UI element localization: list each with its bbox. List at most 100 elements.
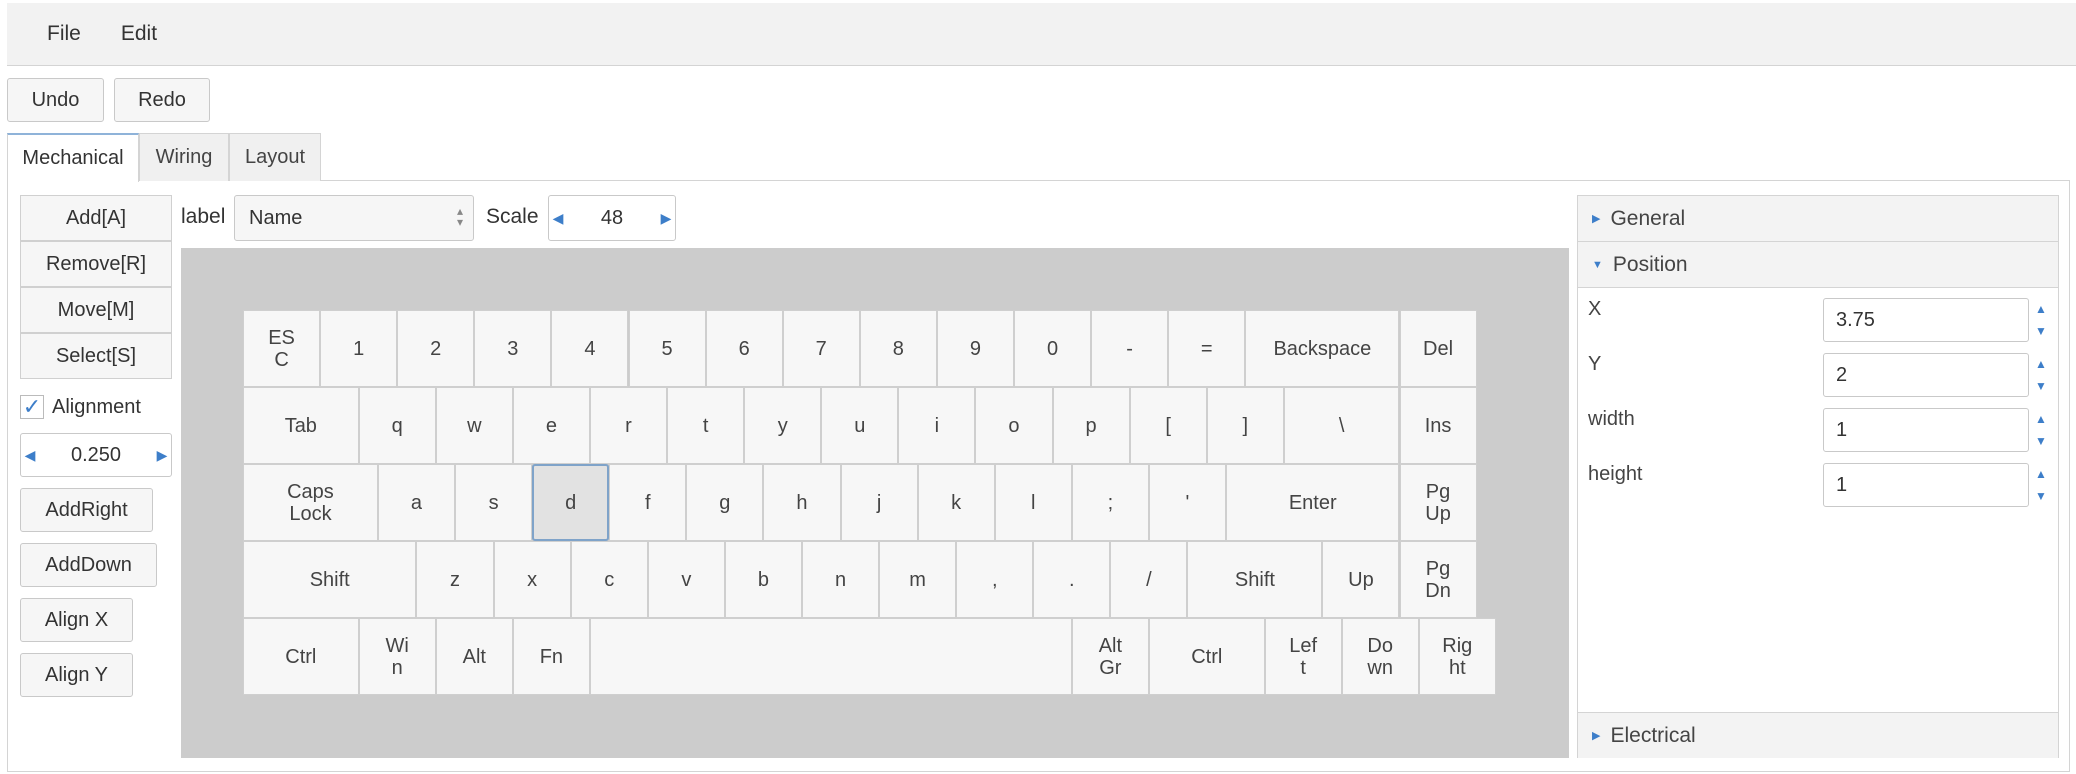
key-altgr[interactable]: Alt Gr <box>1071 618 1149 695</box>
key-s[interactable]: s <box>455 464 533 541</box>
key-9[interactable]: 9 <box>936 310 1014 387</box>
down-icon[interactable]: ▼ <box>2035 379 2047 393</box>
alignment-stepper[interactable]: ◀ 0.250 ▶ <box>20 433 172 477</box>
key-w[interactable]: w <box>435 387 513 464</box>
key-0[interactable]: 0 <box>1014 310 1092 387</box>
section-electrical[interactable]: ▶ Electrical <box>1578 712 2058 758</box>
y-input[interactable]: 2 <box>1823 353 2029 397</box>
key-2[interactable]: 2 <box>397 310 475 387</box>
width-spinner[interactable]: ▲ ▼ <box>2033 408 2049 452</box>
key-f[interactable]: f <box>609 464 687 541</box>
up-icon[interactable]: ▲ <box>2035 302 2047 316</box>
key-sym1-12[interactable]: ] <box>1206 387 1284 464</box>
section-general[interactable]: ▶ General <box>1578 196 2058 242</box>
align-y-button[interactable]: Align Y <box>20 653 133 697</box>
key-shift[interactable]: Shift <box>1187 541 1323 618</box>
height-input[interactable]: 1 <box>1823 463 2029 507</box>
down-icon[interactable]: ▼ <box>2035 489 2047 503</box>
key-t[interactable]: t <box>667 387 745 464</box>
alignment-value[interactable]: 0.250 <box>39 444 153 467</box>
key-up[interactable]: Up <box>1322 541 1400 618</box>
key-i[interactable]: i <box>898 387 976 464</box>
alignment-checkbox[interactable]: ✓ <box>20 394 44 419</box>
key-6[interactable]: 6 <box>705 310 783 387</box>
tab-wiring[interactable]: Wiring <box>139 133 229 181</box>
add-down-button[interactable]: AddDown <box>20 543 157 587</box>
key-y[interactable]: y <box>744 387 822 464</box>
up-icon[interactable]: ▲ <box>2035 467 2047 481</box>
scale-stepper[interactable]: ◀ 48 ▶ <box>548 195 676 241</box>
key-e[interactable]: e <box>512 387 590 464</box>
scale-value[interactable]: 48 <box>567 207 657 230</box>
key-4[interactable]: 4 <box>551 310 629 387</box>
key-l[interactable]: l <box>994 464 1072 541</box>
redo-button[interactable]: Redo <box>114 78 210 122</box>
key-sym3-8[interactable]: , <box>956 541 1034 618</box>
width-input[interactable]: 1 <box>1823 408 2029 452</box>
down-icon[interactable]: ▼ <box>2035 324 2047 338</box>
key-q[interactable]: q <box>358 387 436 464</box>
up-icon[interactable]: ▲ <box>2035 412 2047 426</box>
down-icon[interactable]: ▼ <box>2035 434 2047 448</box>
key-7[interactable]: 7 <box>782 310 860 387</box>
key-g[interactable]: g <box>686 464 764 541</box>
select-button[interactable]: Select[S] <box>20 333 172 379</box>
key-sym3-9[interactable]: . <box>1033 541 1111 618</box>
key-x[interactable]: x <box>493 541 571 618</box>
key-sym0-12[interactable]: = <box>1168 310 1246 387</box>
x-input[interactable]: 3.75 <box>1823 298 2029 342</box>
key-sym1-13[interactable]: \ <box>1283 387 1400 464</box>
up-icon[interactable]: ▲ <box>2035 357 2047 371</box>
key-ctrl[interactable]: Ctrl <box>243 618 359 695</box>
key-n[interactable]: n <box>801 541 880 618</box>
key-capslock[interactable]: Caps Lock <box>243 464 378 541</box>
key-fn[interactable]: Fn <box>512 618 590 695</box>
menu-file[interactable]: File <box>27 22 101 46</box>
key-esc[interactable]: ES C <box>243 310 321 387</box>
key-pgup[interactable]: Pg Up <box>1399 464 1477 541</box>
key-r[interactable]: r <box>589 387 668 464</box>
key-a[interactable]: a <box>377 464 456 541</box>
key-sym2-10[interactable]: ; <box>1071 464 1149 541</box>
key-shift[interactable]: Shift <box>243 541 417 618</box>
height-spinner[interactable]: ▲ ▼ <box>2033 463 2049 507</box>
key-space[interactable] <box>589 618 1072 695</box>
key-j[interactable]: j <box>840 464 918 541</box>
key-3[interactable]: 3 <box>474 310 552 387</box>
key-enter[interactable]: Enter <box>1226 464 1400 541</box>
x-spinner[interactable]: ▲ ▼ <box>2033 298 2049 342</box>
key-o[interactable]: o <box>975 387 1053 464</box>
menu-edit[interactable]: Edit <box>101 22 177 46</box>
key-win[interactable]: Wi n <box>358 618 436 695</box>
key-d[interactable]: d <box>532 464 610 541</box>
key-tab[interactable]: Tab <box>243 387 359 464</box>
add-right-button[interactable]: AddRight <box>20 488 153 532</box>
key-k[interactable]: k <box>917 464 995 541</box>
key-z[interactable]: z <box>416 541 494 618</box>
key-del[interactable]: Del <box>1399 310 1477 387</box>
key-1[interactable]: 1 <box>320 310 398 387</box>
decrement-icon[interactable]: ◀ <box>549 210 567 227</box>
key-sym0-11[interactable]: - <box>1091 310 1169 387</box>
tab-mechanical[interactable]: Mechanical <box>7 133 139 182</box>
move-button[interactable]: Move[M] <box>20 287 172 333</box>
key-sym3-10[interactable]: / <box>1110 541 1188 618</box>
align-x-button[interactable]: Align X <box>20 598 133 642</box>
key-p[interactable]: p <box>1052 387 1130 464</box>
key-u[interactable]: u <box>821 387 899 464</box>
tab-layout[interactable]: Layout <box>229 133 321 181</box>
key-h[interactable]: h <box>763 464 841 541</box>
undo-button[interactable]: Undo <box>7 78 104 122</box>
decrement-icon[interactable]: ◀ <box>21 447 39 464</box>
key-b[interactable]: b <box>724 541 802 618</box>
key-down[interactable]: Do wn <box>1341 618 1419 695</box>
increment-icon[interactable]: ▶ <box>153 447 171 464</box>
key-8[interactable]: 8 <box>859 310 937 387</box>
alignment-toggle[interactable]: ✓ Alignment <box>20 394 141 419</box>
key-left[interactable]: Lef t <box>1264 618 1342 695</box>
key-5[interactable]: 5 <box>628 310 706 387</box>
keyboard-canvas[interactable]: ES C 1 2 3 4 5 6 7 8 9 0- = Backspace Del Tab q w e r t y u i o… <box>181 248 1569 758</box>
key-pgdn[interactable]: Pg Dn <box>1399 541 1477 618</box>
key-ins[interactable]: Ins <box>1399 387 1477 464</box>
key-m[interactable]: m <box>879 541 957 618</box>
